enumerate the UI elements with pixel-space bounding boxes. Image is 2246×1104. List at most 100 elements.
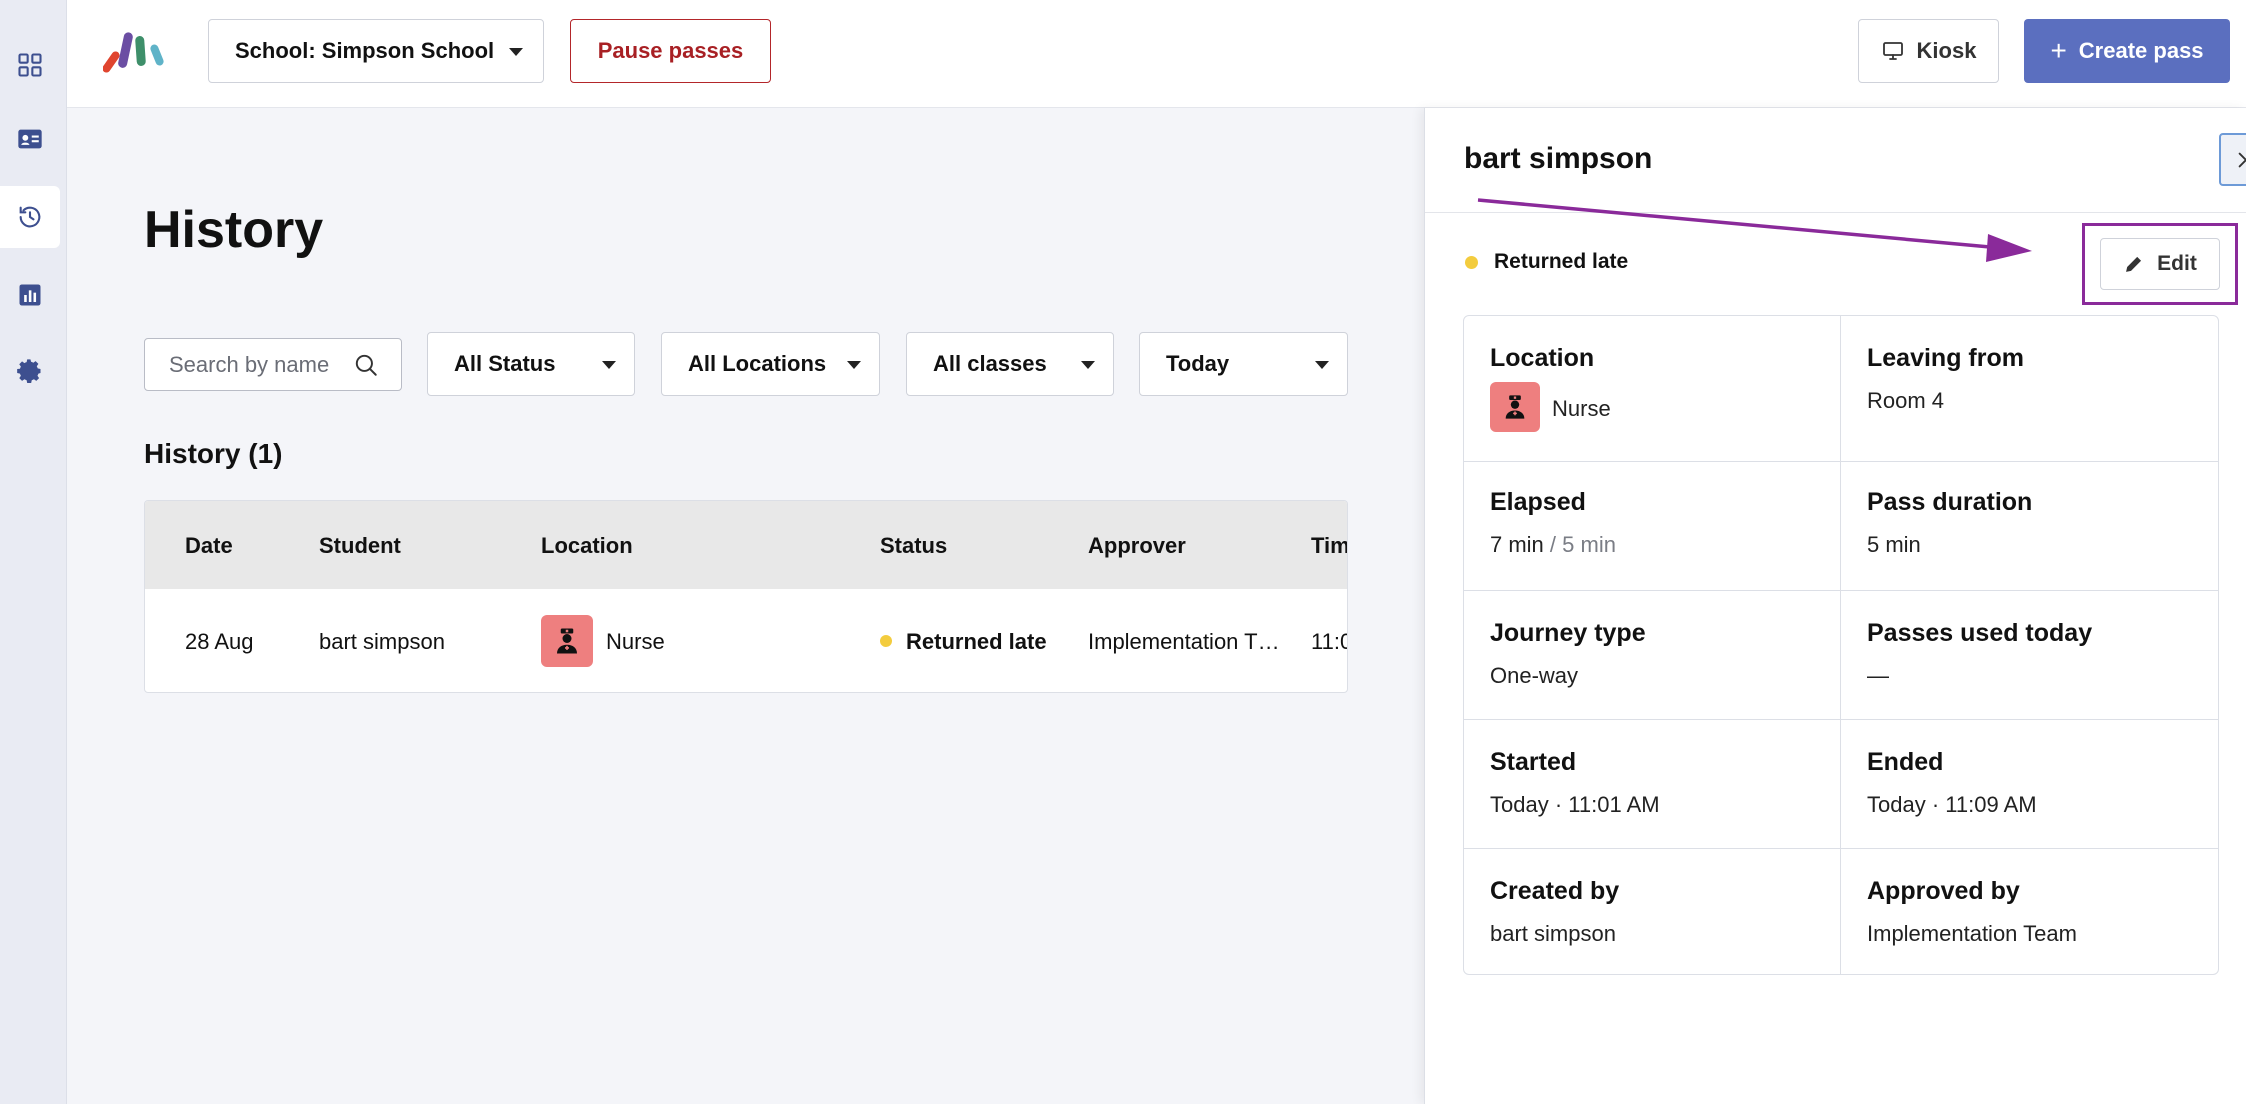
locations-filter[interactable]: All Locations — [661, 332, 880, 396]
gear-icon — [17, 359, 41, 384]
classes-filter[interactable]: All classes — [906, 332, 1114, 396]
detail-value: bart simpson — [1490, 921, 1616, 946]
search-input[interactable] — [169, 351, 349, 378]
pause-passes-button[interactable]: Pause passes — [570, 19, 771, 83]
detail-ended: Ended Today · 11:09 AM — [1841, 720, 2218, 849]
detail-pass-duration: Pass duration 5 min — [1841, 462, 2218, 591]
detail-label: Started — [1490, 748, 1577, 776]
kiosk-button[interactable]: Kiosk — [1858, 19, 1999, 83]
nurse-icon — [541, 615, 593, 667]
grid-icon — [18, 53, 42, 77]
detail-started: Started Today · 11:01 AM — [1464, 720, 1841, 849]
detail-label: Passes used today — [1867, 619, 2093, 647]
detail-label: Pass duration — [1867, 488, 2033, 516]
column-header-status[interactable]: Status — [880, 533, 947, 559]
detail-elapsed: Elapsed 7 min / 5 min — [1464, 462, 1841, 591]
detail-passes-used-today: Passes used today — — [1841, 591, 2218, 720]
status-filter[interactable]: All Status — [427, 332, 635, 396]
status-dot — [1465, 255, 1478, 269]
app-logo[interactable] — [103, 28, 173, 74]
cell-status-text: Returned late — [906, 629, 1047, 654]
close-panel-button[interactable] — [2219, 133, 2246, 186]
id-card-icon — [18, 129, 42, 149]
create-pass-button[interactable]: + Create pass — [2024, 19, 2230, 83]
column-header-student[interactable]: Student — [319, 533, 401, 559]
plus-icon: + — [2050, 35, 2067, 66]
history-count-title: History (1) — [144, 438, 283, 469]
classes-filter-label: All classes — [933, 351, 1047, 376]
detail-value: Today · 11:01 AM — [1490, 792, 1660, 817]
chart-icon — [19, 284, 41, 306]
cell-approver: Implementation T… — [1088, 629, 1280, 654]
detail-label: Leaving from — [1867, 344, 2024, 372]
chevron-down-icon — [602, 361, 616, 369]
chevron-down-icon — [509, 48, 523, 56]
left-rail — [0, 0, 67, 1104]
column-header-date[interactable]: Date — [185, 533, 233, 559]
pencil-icon — [2126, 256, 2142, 272]
history-icon — [19, 206, 41, 228]
detail-label: Approved by — [1867, 877, 2020, 905]
detail-value: 7 min / 5 min — [1490, 532, 1616, 558]
pass-status: Returned late — [1465, 250, 1628, 274]
locations-filter-label: All Locations — [688, 351, 827, 376]
detail-label: Ended — [1867, 748, 1944, 776]
chevron-down-icon — [847, 361, 861, 369]
rail-item-passes[interactable] — [0, 108, 60, 170]
cell-student: bart simpson — [319, 629, 445, 654]
chevron-down-icon — [1081, 361, 1095, 369]
chevron-down-icon — [1315, 361, 1329, 369]
divider — [1425, 212, 2246, 213]
detail-label: Created by — [1490, 877, 1620, 905]
kiosk-label: Kiosk — [1916, 38, 1977, 63]
detail-label: Location — [1490, 344, 1595, 372]
cell-time: 11:0 — [1311, 629, 1347, 654]
cell-location: Nurse — [606, 629, 665, 654]
rail-item-history[interactable] — [0, 186, 60, 248]
date-filter-label: Today — [1166, 351, 1230, 376]
create-pass-label: Create pass — [2078, 38, 2204, 63]
rail-item-settings[interactable] — [0, 340, 60, 402]
school-select-label: School: Simpson School — [235, 38, 495, 63]
elapsed-limit: / 5 min — [1549, 532, 1616, 557]
status-filter-label: All Status — [454, 351, 556, 376]
detail-value: One-way — [1490, 663, 1579, 688]
table-header: Date Student Location Status Approver Ti… — [145, 501, 1347, 589]
detail-journey-type: Journey type One-way — [1464, 591, 1841, 720]
search-icon — [355, 354, 377, 376]
school-select[interactable]: School: Simpson School — [208, 19, 544, 83]
detail-approved-by: Approved by Implementation Team — [1841, 849, 2218, 974]
detail-value: 5 min — [1867, 532, 1921, 557]
nurse-icon — [1490, 382, 1540, 432]
pass-details-grid: Location Nurse Leaving from Room 4 Elaps… — [1463, 315, 2219, 975]
detail-value: Today · 11:09 AM — [1867, 792, 2037, 817]
edit-label: Edit — [2157, 252, 2197, 275]
cell-status: Returned late — [880, 629, 1047, 655]
detail-label: Journey type — [1490, 619, 1646, 647]
column-header-time[interactable]: Tim — [1311, 533, 1347, 559]
elapsed-value: 7 min — [1490, 532, 1544, 557]
date-filter[interactable]: Today — [1139, 332, 1348, 396]
panel-title: bart simpson — [1464, 142, 1653, 175]
rail-item-dashboard[interactable] — [0, 34, 60, 96]
detail-location: Location Nurse — [1464, 316, 1841, 462]
search-box[interactable] — [144, 338, 402, 391]
monitor-icon — [1882, 42, 1903, 60]
status-dot — [880, 635, 892, 648]
detail-value: Room 4 — [1867, 388, 1945, 413]
rail-item-reports[interactable] — [0, 264, 60, 326]
pass-status-text: Returned late — [1494, 250, 1629, 273]
detail-value: Implementation Team — [1867, 921, 2077, 946]
column-header-location[interactable]: Location — [541, 533, 633, 559]
cell-date: 28 Aug — [185, 629, 254, 654]
page-title: History — [144, 201, 324, 259]
column-header-approver[interactable]: Approver — [1088, 533, 1186, 559]
detail-leaving-from: Leaving from Room 4 — [1841, 316, 2218, 462]
detail-value: — — [1867, 663, 1889, 688]
detail-created-by: Created by bart simpson — [1464, 849, 1841, 974]
top-bar: School: Simpson School Pause passes Kios… — [67, 0, 2246, 108]
history-table: Date Student Location Status Approver Ti… — [144, 500, 1348, 693]
edit-button[interactable]: Edit — [2100, 238, 2220, 290]
close-icon — [2238, 152, 2246, 167]
detail-label: Elapsed — [1490, 488, 1586, 516]
